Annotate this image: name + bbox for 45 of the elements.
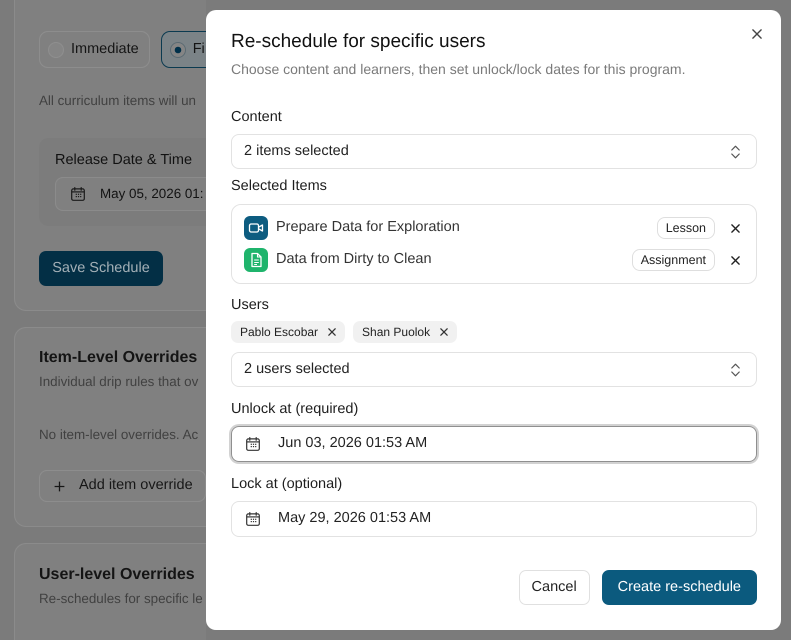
close-icon[interactable] — [731, 224, 740, 232]
close-icon[interactable] — [731, 256, 740, 264]
add-button[interactable]: Add item override — [39, 470, 206, 502]
close-icon[interactable] — [328, 328, 336, 336]
description-text: All curriculum items will un — [39, 92, 196, 110]
empty-state-text: No item-level overrides. Ac — [39, 426, 198, 444]
section-title: Item-Level Overrides — [39, 348, 198, 368]
cancel-button[interactable]: Cancel — [518, 570, 590, 605]
close-icon[interactable] — [440, 328, 448, 336]
type-badge: Assignment — [632, 249, 715, 271]
field-label: Lock at (optional) — [231, 475, 344, 494]
radio-option[interactable]: Immediate — [39, 31, 150, 68]
date-field[interactable]: May 29, 2026 01:53 AM — [231, 501, 757, 537]
document-icon — [244, 248, 268, 272]
field-label: Release Date & Time — [55, 151, 194, 170]
dialog-subtitle: Choose content and learners, then set unlock/lock dates for this program. — [231, 60, 686, 79]
plus-icon — [54, 480, 65, 492]
item-title: Prepare Data for Exploration — [276, 218, 461, 238]
select-field[interactable]: 2 items selected — [231, 134, 757, 169]
radio-icon — [170, 42, 186, 58]
field-label: Selected Items — [231, 177, 328, 196]
section-subtitle: Individual drip rules that ov — [39, 373, 198, 391]
field-label: Users — [231, 296, 270, 315]
chip-label: Pablo Escobar — [240, 324, 318, 341]
date-field[interactable]: Jun 03, 2026 01:53 AM — [231, 426, 757, 462]
type-badge: Lesson — [656, 217, 715, 239]
section-title: User-level Overrides — [39, 565, 195, 585]
radio-option[interactable]: Fi — [160, 31, 206, 68]
save-button[interactable]: Save Schedule — [39, 251, 163, 286]
section-subtitle: Re-schedules for specific le — [39, 590, 203, 608]
field-label: Content — [231, 108, 283, 127]
item-title: Data from Dirty to Clean — [276, 250, 433, 270]
up-down-chevron-icon — [731, 362, 740, 376]
dialog-title: Re-schedule for specific users — [231, 30, 486, 54]
up-down-chevron-icon — [731, 144, 740, 158]
field-label: Unlock at (required) — [231, 400, 360, 419]
submit-button[interactable]: Create re-schedule — [602, 570, 757, 605]
select-field[interactable]: 2 users selected — [231, 352, 757, 387]
close-icon[interactable] — [752, 29, 762, 39]
calendar-icon — [71, 187, 85, 201]
calendar-icon — [246, 512, 260, 526]
video-camera-icon — [244, 216, 268, 240]
chip-label: Shan Puolok — [362, 324, 430, 341]
date-field[interactable]: May 05, 2026 01: — [55, 177, 206, 211]
calendar-icon — [246, 437, 260, 451]
